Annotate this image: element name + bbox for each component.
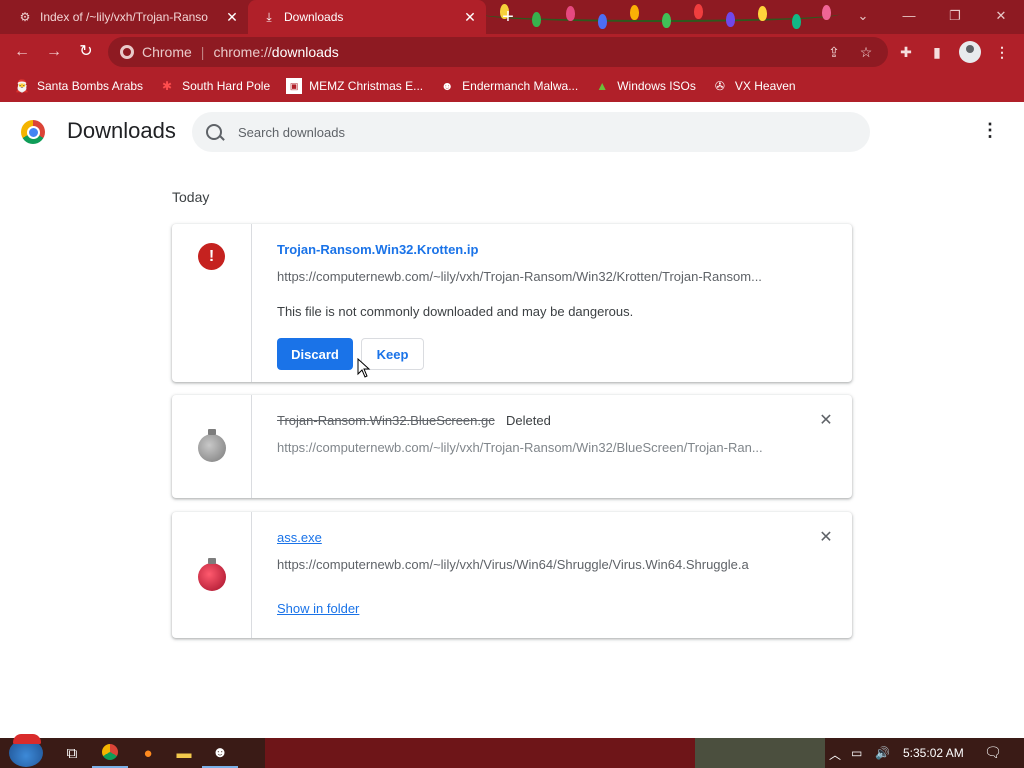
raccoon-app-taskbar-icon[interactable]: ☻ (202, 738, 238, 768)
discard-button[interactable]: Discard (277, 338, 353, 370)
tab-strip: ⚙ Index of /~lily/vxh/Trojan-Ranso ✕ ⤓ D… (0, 0, 1024, 34)
network-icon[interactable]: ▭ (851, 746, 862, 760)
remove-from-list-icon[interactable]: ✕ (818, 530, 834, 546)
file-url: https://computernewb.com/~lily/vxh/Virus… (277, 557, 749, 572)
firefox-taskbar-icon[interactable]: ● (130, 738, 166, 768)
grey-ornament-file-icon (198, 429, 226, 462)
vx-icon: ✇ (714, 79, 725, 93)
page-title: Downloads (67, 118, 176, 143)
bookmark-label: Windows ISOs (617, 79, 696, 93)
file-url: https://computernewb.com/~lily/vxh/Troja… (277, 440, 763, 455)
back-button[interactable]: ← (10, 40, 34, 64)
share-icon[interactable]: ⇪ (824, 42, 844, 62)
more-actions-icon[interactable]: ⋮ (981, 120, 999, 142)
file-icon-column: ! (172, 224, 252, 382)
bookmark-label: Endermanch Malwa... (462, 79, 579, 93)
tab-index-of[interactable]: ⚙ Index of /~lily/vxh/Trojan-Ranso ✕ (8, 0, 248, 34)
chrome-logo-icon (21, 120, 45, 144)
file-name: Trojan-Ransom.Win32.BlueScreen.gc (277, 413, 495, 428)
file-url: https://computernewb.com/~lily/vxh/Troja… (277, 269, 762, 284)
address-bar[interactable]: Chrome | chrome://downloads (108, 37, 888, 67)
close-tab-icon[interactable]: ✕ (460, 9, 480, 26)
show-hidden-icons-chevron-icon[interactable]: ︿ (829, 746, 841, 763)
forward-button[interactable]: → (42, 40, 66, 64)
file-explorer-icon[interactable]: ▬ (166, 738, 202, 768)
extensions-icon[interactable]: ✚ (896, 42, 916, 62)
close-tab-icon[interactable]: ✕ (222, 9, 242, 26)
christmas-lights-decoration (480, 0, 840, 34)
bookmark-memz[interactable]: ▣ MEMZ Christmas E... (286, 78, 423, 94)
chrome-menu-icon[interactable]: ⋮ (992, 42, 1012, 62)
url-text: chrome://downloads (213, 44, 339, 60)
minimize-button[interactable]: — (886, 0, 932, 34)
download-item-dangerous: ! Trojan-Ransom.Win32.Krotten.ip https:/… (172, 224, 852, 382)
bookmark-label: VX Heaven (734, 79, 796, 93)
bookmark-label: MEMZ Christmas E... (309, 79, 424, 93)
start-button[interactable] (9, 734, 43, 767)
tab-downloads[interactable]: ⤓ Downloads ✕ (248, 0, 486, 34)
bookmark-windows-isos[interactable]: ▲ Windows ISOs (594, 78, 696, 94)
red-ornament-file-icon (198, 558, 226, 591)
site-favicon-icon: ⚙ (19, 10, 31, 24)
mouse-cursor-icon (357, 358, 371, 378)
restore-button[interactable]: ❐ (932, 0, 978, 34)
browser-toolbar: ← → ↻ Chrome | chrome://downloads ⇪ ☆ ✚ … (0, 34, 1024, 70)
download-item-complete: ass.exe https://computernewb.com/~lily/v… (172, 512, 852, 638)
santa-icon: 🎅 (14, 79, 30, 93)
windows-taskbar: ⧉ ● ▬ ☻ ︿ ▭ 🔊 5:35:02 AM 🗨 (0, 734, 1024, 768)
show-in-folder-link[interactable]: Show in folder (277, 601, 359, 616)
bookmark-label: Santa Bombs Arabs (37, 79, 144, 93)
notifications-icon[interactable]: 🗨 (984, 744, 1002, 761)
search-input[interactable] (238, 124, 838, 140)
tree-icon: ▲ (596, 79, 609, 93)
new-tab-button[interactable]: + (496, 6, 520, 28)
search-bar[interactable] (192, 112, 870, 152)
download-item-deleted: Trojan-Ransom.Win32.BlueScreen.gc Delete… (172, 395, 852, 498)
file-name: Trojan-Ransom.Win32.Krotten.ip (277, 242, 479, 257)
danger-warning-text: This file is not commonly downloaded and… (277, 304, 634, 319)
taskbar-clock[interactable]: 5:35:02 AM (903, 746, 964, 760)
file-name-link[interactable]: ass.exe (277, 530, 322, 545)
tab-title: Downloads (284, 10, 344, 24)
site-label: Chrome (142, 44, 192, 60)
volume-icon[interactable]: 🔊 (875, 746, 890, 760)
close-window-button[interactable]: ✕ (978, 0, 1024, 34)
bookmark-label: South Hard Pole (182, 79, 271, 93)
remove-from-list-icon[interactable]: ✕ (818, 413, 834, 429)
search-icon (206, 124, 222, 140)
bookmark-vx-heaven[interactable]: ✇ VX Heaven (712, 78, 796, 94)
bookmark-santa-bombs-arabs[interactable]: 🎅 Santa Bombs Arabs (14, 78, 144, 94)
raccoon-icon: ☻ (440, 79, 454, 93)
download-icon: ⤓ (266, 9, 272, 24)
date-section-label: Today (172, 189, 210, 205)
address-separator: | (200, 44, 205, 60)
tab-search-button[interactable]: ⌄ (840, 0, 886, 34)
bookmarks-bar: 🎅 Santa Bombs Arabs ✱ South Hard Pole ▣ … (0, 70, 1024, 102)
chrome-site-icon (120, 45, 134, 59)
reload-button[interactable]: ↻ (74, 40, 98, 64)
chrome-taskbar-icon[interactable] (92, 738, 128, 768)
bookmark-south-hard-pole[interactable]: ✱ South Hard Pole (159, 78, 270, 94)
tab-title: Index of /~lily/vxh/Trojan-Ranso (40, 10, 208, 24)
task-view-icon[interactable]: ⧉ (54, 738, 90, 768)
danger-warning-icon: ! (198, 243, 225, 270)
bookmark-star-icon[interactable]: ☆ (856, 42, 876, 62)
downloads-header: Downloads ⋮ (0, 102, 1024, 160)
memz-icon: ▣ (286, 78, 303, 94)
file-icon-column (172, 395, 252, 498)
file-icon-column (172, 512, 252, 638)
side-panel-icon[interactable]: ▮ (927, 42, 947, 62)
snowflake-icon: ✱ (162, 79, 173, 93)
deleted-status: Deleted (506, 413, 551, 428)
profile-avatar[interactable] (959, 41, 981, 63)
bookmark-endermanch[interactable]: ☻ Endermanch Malwa... (439, 78, 578, 94)
